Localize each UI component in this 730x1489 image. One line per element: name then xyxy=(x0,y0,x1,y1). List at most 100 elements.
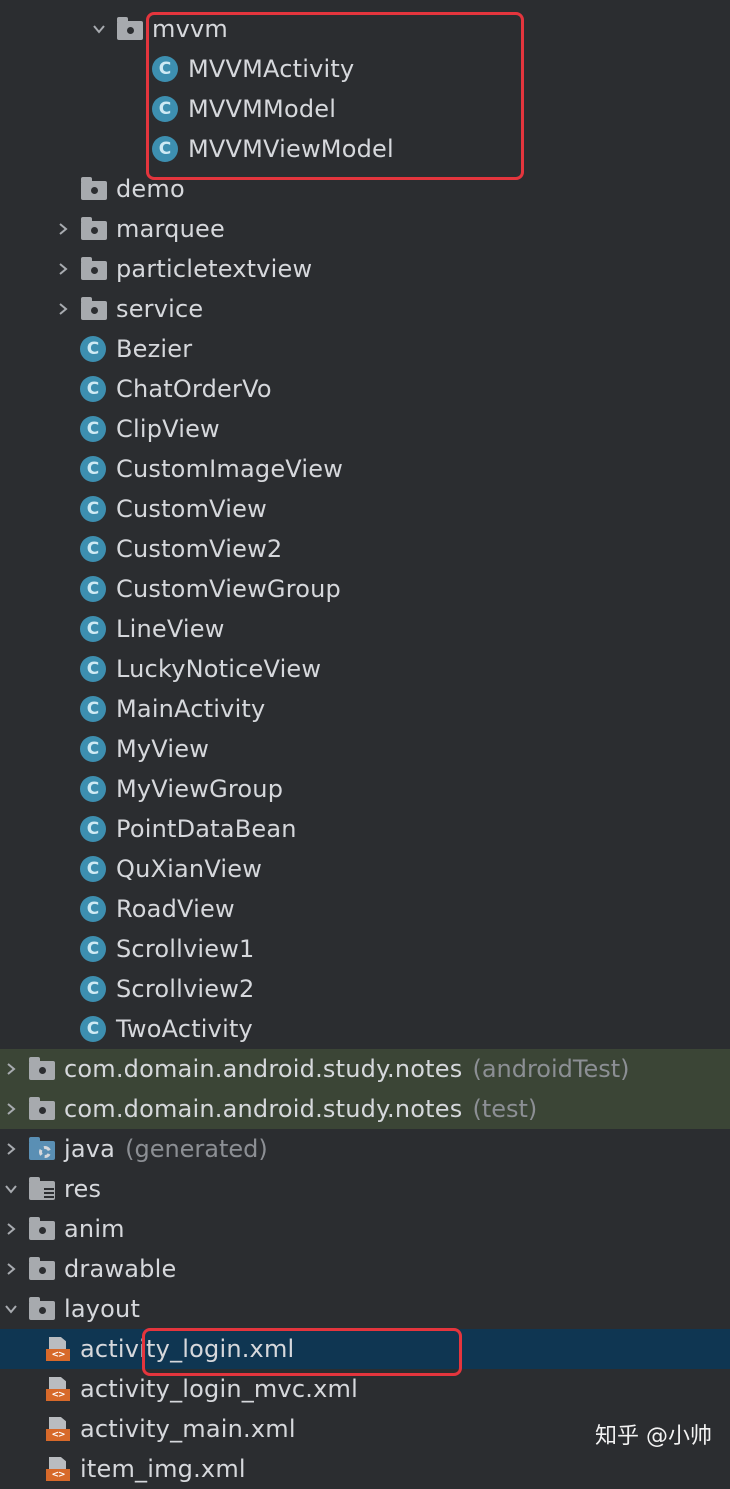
tree-row[interactable]: C LuckyNoticeView xyxy=(0,649,730,689)
tree-row-label: marquee xyxy=(116,215,225,243)
chevron-right-icon[interactable] xyxy=(52,249,74,289)
class-icon: C xyxy=(152,55,180,83)
tree-row-label: com.domain.android.study.notes xyxy=(64,1095,463,1123)
tree-row[interactable]: <> item_img.xml xyxy=(0,1449,730,1489)
tree-row-label: MyViewGroup xyxy=(116,775,284,803)
tree-row-label: particletextview xyxy=(116,255,313,283)
tree-row-label: layout xyxy=(64,1295,141,1323)
class-icon: C xyxy=(80,455,108,483)
tree-row[interactable]: C PointDataBean xyxy=(0,809,730,849)
generated-folder-icon xyxy=(28,1135,56,1163)
layout-xml-icon: <> xyxy=(44,1455,72,1483)
tree-row[interactable]: C ClipView xyxy=(0,409,730,449)
chevron-right-icon[interactable] xyxy=(0,1129,22,1169)
tree-row[interactable]: C MyView xyxy=(0,729,730,769)
tree-row[interactable]: com.domain.android.study.notes (test) xyxy=(0,1089,730,1129)
tree-row[interactable]: com.domain.android.study.notes (androidTe… xyxy=(0,1049,730,1089)
tree-row-label: Bezier xyxy=(116,335,193,363)
tree-row[interactable]: mvvm xyxy=(0,9,730,49)
tree-row-label: demo xyxy=(116,175,185,203)
tree-row[interactable]: C LineView xyxy=(0,609,730,649)
tree-row[interactable]: C MVVMModel xyxy=(0,89,730,129)
tree-row-label: anim xyxy=(64,1215,125,1243)
tree-row-label: java xyxy=(64,1135,116,1163)
tree-row[interactable]: demo xyxy=(0,169,730,209)
tree-row-label: res xyxy=(64,1175,102,1203)
class-icon: C xyxy=(80,375,108,403)
tree-row-label: drawable xyxy=(64,1255,177,1283)
tree-row-label: QuXianView xyxy=(116,855,263,883)
tree-row[interactable]: C QuXianView xyxy=(0,849,730,889)
tree-row-label: MVVMModel xyxy=(188,95,337,123)
tree-row[interactable]: service xyxy=(0,289,730,329)
class-icon: C xyxy=(80,335,108,363)
chevron-right-icon[interactable] xyxy=(52,289,74,329)
class-icon: C xyxy=(80,415,108,443)
tree-row[interactable]: C MainActivity xyxy=(0,689,730,729)
tree-row[interactable]: layout xyxy=(0,1289,730,1329)
package-folder-icon xyxy=(28,1295,56,1323)
class-icon: C xyxy=(80,855,108,883)
chevron-right-icon[interactable] xyxy=(0,1049,22,1089)
tree-row[interactable]: drawable xyxy=(0,1249,730,1289)
tree-row[interactable]: <> activity_login.xml xyxy=(0,1329,730,1369)
tree-row-label: MainActivity xyxy=(116,695,266,723)
tree-row-label: mvvm xyxy=(152,15,228,43)
tree-row-label: CustomView xyxy=(116,495,267,523)
package-folder-icon xyxy=(28,1215,56,1243)
package-folder-icon xyxy=(80,295,108,323)
tree-row[interactable]: <> activity_login_mvc.xml xyxy=(0,1369,730,1409)
tree-row[interactable]: C CustomView xyxy=(0,489,730,529)
chevron-right-icon[interactable] xyxy=(0,1249,22,1289)
tree-row[interactable]: C MyViewGroup xyxy=(0,769,730,809)
tree-row[interactable]: C Scrollview1 xyxy=(0,929,730,969)
tree-row-label: ChatOrderVo xyxy=(116,375,272,403)
class-icon: C xyxy=(80,975,108,1003)
chevron-down-icon[interactable] xyxy=(0,1169,22,1209)
tree-row[interactable]: C Scrollview2 xyxy=(0,969,730,1009)
chevron-down-icon[interactable] xyxy=(0,1289,22,1329)
tree-row[interactable]: C CustomViewGroup xyxy=(0,569,730,609)
tree-row[interactable]: C MVVMActivity xyxy=(0,49,730,89)
tree-row-label: activity_login.xml xyxy=(80,1335,295,1363)
chevron-right-icon[interactable] xyxy=(52,209,74,249)
package-folder-icon xyxy=(28,1255,56,1283)
tree-row[interactable]: C Bezier xyxy=(0,329,730,369)
class-icon: C xyxy=(80,775,108,803)
tree-row-label: LineView xyxy=(116,615,225,643)
tree-row-label: activity_login_mvc.xml xyxy=(80,1375,358,1403)
class-icon: C xyxy=(80,1015,108,1043)
tree-row-label: LuckyNoticeView xyxy=(116,655,322,683)
resource-folder-icon xyxy=(28,1175,56,1203)
tree-row-label: MVVMActivity xyxy=(188,55,355,83)
chevron-down-icon[interactable] xyxy=(88,9,110,49)
class-icon: C xyxy=(80,815,108,843)
layout-xml-icon: <> xyxy=(44,1375,72,1403)
class-icon: C xyxy=(80,655,108,683)
tree-row-label: item_img.xml xyxy=(80,1455,246,1483)
tree-row[interactable]: C MVVMViewModel xyxy=(0,129,730,169)
chevron-right-icon[interactable] xyxy=(0,1209,22,1249)
tree-row-label: TwoActivity xyxy=(116,1015,253,1043)
package-folder-icon xyxy=(80,215,108,243)
chevron-right-icon[interactable] xyxy=(0,1089,22,1129)
tree-row-label: ClipView xyxy=(116,415,220,443)
layout-xml-icon: <> xyxy=(44,1335,72,1363)
tree-row[interactable]: anim xyxy=(0,1209,730,1249)
tree-row-label: CustomImageView xyxy=(116,455,344,483)
tree-row[interactable]: marquee xyxy=(0,209,730,249)
tree-row[interactable]: java (generated) xyxy=(0,1129,730,1169)
package-folder-icon xyxy=(28,1095,56,1123)
package-folder-icon xyxy=(28,1055,56,1083)
tree-row[interactable]: C ChatOrderVo xyxy=(0,369,730,409)
tree-row[interactable]: C CustomImageView xyxy=(0,449,730,489)
tree-row-label: CustomViewGroup xyxy=(116,575,341,603)
tree-row[interactable]: C CustomView2 xyxy=(0,529,730,569)
class-icon: C xyxy=(80,615,108,643)
tree-row[interactable]: C TwoActivity xyxy=(0,1009,730,1049)
tree-row[interactable]: particletextview xyxy=(0,249,730,289)
class-icon: C xyxy=(80,695,108,723)
tree-row[interactable]: res xyxy=(0,1169,730,1209)
layout-xml-icon: <> xyxy=(44,1415,72,1443)
tree-row[interactable]: C RoadView xyxy=(0,889,730,929)
